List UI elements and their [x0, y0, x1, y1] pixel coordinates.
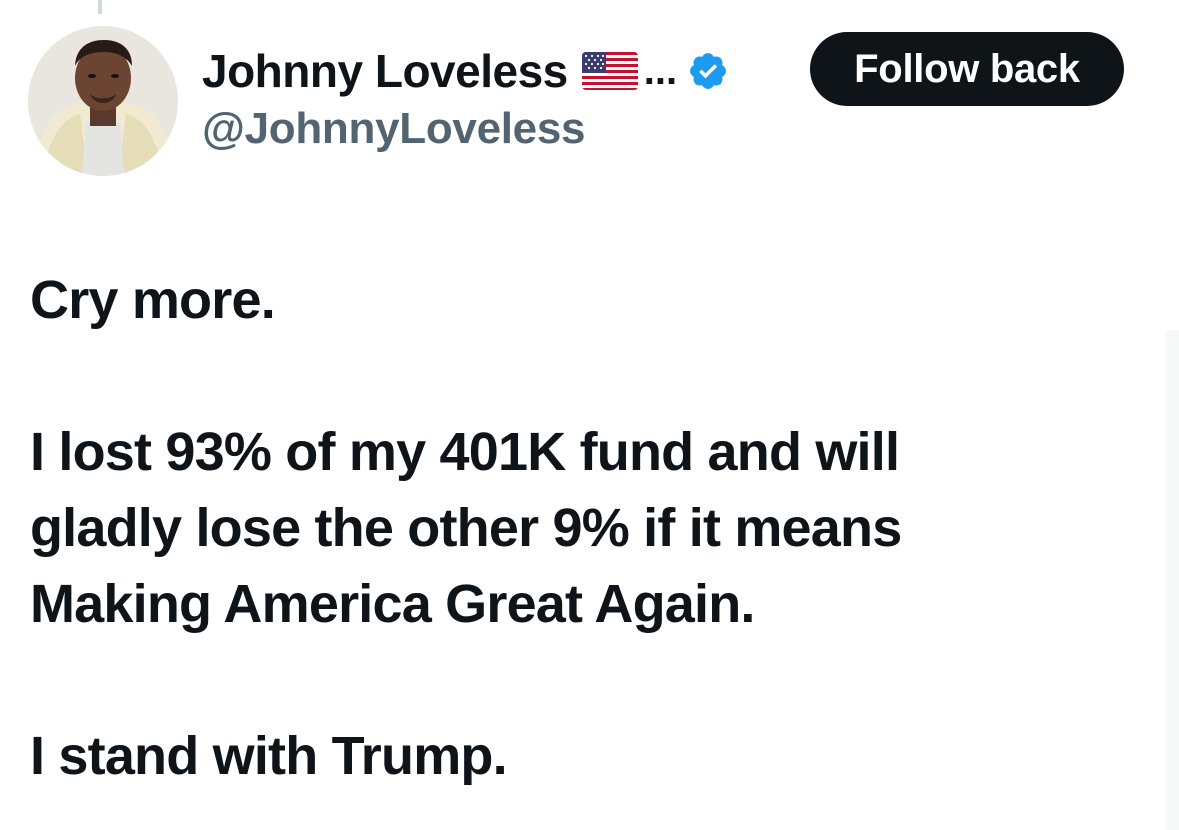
tweet-text: Cry more. I lost 93% of my 401K fund and…: [30, 262, 1140, 794]
tweet-line: gladly lose the other 9% if it means: [30, 498, 902, 558]
verified-badge-icon[interactable]: [687, 50, 729, 92]
follow-back-button[interactable]: Follow back: [810, 32, 1124, 106]
avatar[interactable]: [28, 26, 178, 176]
scrollbar-track[interactable]: [1166, 330, 1179, 830]
author-handle[interactable]: @JohnnyLoveless: [202, 104, 585, 154]
tweet-line: I stand with Trump.: [30, 726, 508, 786]
tweet-line: Making America Great Again.: [30, 574, 755, 634]
name-truncation-ellipsis: ...: [643, 48, 678, 93]
tweet-line: I lost 93% of my 401K fund and will: [30, 422, 900, 482]
author-display-name[interactable]: Johnny Loveless: [202, 44, 568, 98]
us-flag-icon: [581, 52, 638, 90]
author-name-row: Johnny Loveless ...: [202, 40, 729, 102]
thread-connector-line: [98, 0, 102, 14]
tweet-line: Cry more.: [30, 270, 276, 330]
